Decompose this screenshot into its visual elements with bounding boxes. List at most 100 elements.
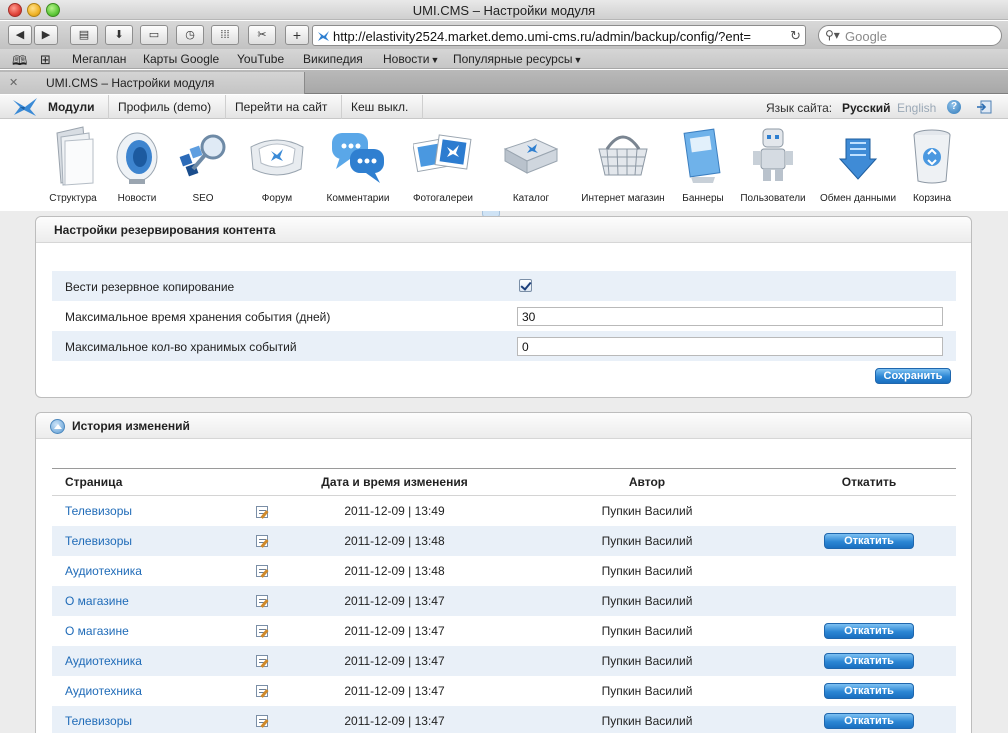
rollback-cell: Откатить [782, 525, 956, 556]
backup-enabled-checkbox[interactable] [519, 279, 532, 292]
page-link[interactable]: Телевизоры [52, 525, 247, 556]
basket-icon [598, 135, 648, 176]
browser-toolbar: ◀ ▶ ▤ ⬇ ▭ ◷ ⁞⁞⁞ ✂ + http://elastivity252… [0, 21, 1008, 49]
rollback-cell: Откатить [782, 616, 956, 646]
bookmark-menu[interactable]: Популярные ресурсы▼ [453, 52, 582, 66]
module-shop[interactable]: Интернет магазин [581, 121, 665, 209]
module-catalog[interactable]: Каталог [490, 121, 572, 209]
top-sites-icon[interactable]: ⊞ [40, 52, 51, 68]
panel-header: История изменений [36, 413, 971, 439]
browser-tab[interactable]: ✕ UMI.CMS – Настройки модуля [0, 72, 305, 94]
bookmark-item[interactable]: Википедия [303, 52, 363, 66]
module-trash[interactable]: Корзина [891, 121, 973, 209]
edit-cell [247, 616, 277, 646]
page-link[interactable]: Аудиотехника [52, 556, 247, 586]
module-label: Пользователи [740, 193, 806, 204]
tab-label: UMI.CMS – Настройки модуля [46, 76, 215, 90]
grid-icon[interactable]: ⁞⁞⁞ [211, 25, 239, 45]
edit-page-icon[interactable] [256, 655, 268, 668]
panel-title: Настройки резервирования контента [54, 223, 276, 237]
add-bookmark-button[interactable]: + [285, 25, 309, 45]
collapse-up-icon[interactable] [50, 419, 65, 434]
edit-page-icon[interactable] [256, 595, 268, 608]
help-icon[interactable]: ? [947, 100, 961, 114]
table-header-row: Страница Дата и время изменения Автор От… [52, 468, 956, 496]
search-icon: ⚲▾ [825, 28, 840, 42]
page-link[interactable]: Телевизоры [52, 705, 247, 733]
module-label: Каталог [512, 193, 550, 204]
max-events-input[interactable] [517, 337, 943, 356]
seo-icon [179, 134, 226, 177]
module-forum[interactable]: Форум [236, 121, 318, 209]
max-days-input[interactable] [517, 307, 943, 326]
change-author: Пупкин Василий [512, 645, 782, 676]
edit-page-icon[interactable] [256, 535, 268, 548]
table-row: Аудиотехника 2011-12-09 | 13:47 Пупкин Вас… [52, 676, 956, 706]
page-link[interactable]: Телевизоры [52, 496, 247, 526]
module-users[interactable]: Пользователи [732, 121, 814, 209]
nav-cache[interactable]: Кеш выкл. [337, 95, 424, 119]
users-icon [753, 128, 793, 181]
language-russian[interactable]: Русский [842, 101, 891, 115]
change-date: 2011-12-09 | 13:47 [277, 705, 512, 733]
umi-favicon-icon [318, 31, 329, 41]
screen-icon[interactable]: ▭ [140, 25, 168, 45]
back-button[interactable]: ◀ [8, 25, 32, 45]
form-label: Максимальное кол-во хранимых событий [65, 340, 297, 354]
edit-page-icon[interactable] [256, 505, 268, 518]
bookmark-item[interactable]: Мегаплан [72, 52, 126, 66]
table-row: Телевизоры 2011-12-09 | 13:48 Пупкин Васил… [52, 525, 956, 556]
rollback-button[interactable]: Откатить [824, 682, 914, 699]
table-row: Телевизоры 2011-12-09 | 13:47 Пупкин Васил… [52, 705, 956, 733]
nav-modules[interactable]: Модули [34, 95, 110, 119]
umi-header: Модули Профиль (demo) Перейти на сайт Ке… [0, 95, 1008, 119]
column-header-date: Дата и время изменения [277, 468, 512, 496]
print-icon[interactable]: ▤ [70, 25, 98, 45]
page-link[interactable]: Аудиотехника [52, 676, 247, 706]
edit-page-icon[interactable] [256, 625, 268, 638]
nav-profile[interactable]: Профиль (demo) [104, 95, 227, 119]
rollback-button[interactable]: Откатить [824, 532, 914, 549]
module-comments[interactable]: Комментарии [317, 121, 399, 209]
rollback-button[interactable]: Откатить [824, 652, 914, 669]
search-field[interactable]: ⚲▾ Google [818, 25, 1002, 46]
history-icon[interactable]: ◷ [176, 25, 204, 45]
module-photos[interactable]: Фотогалереи [402, 121, 484, 209]
rollback-cell: Откатить [782, 645, 956, 676]
banners-icon [683, 128, 721, 183]
close-tab-icon[interactable]: ✕ [9, 76, 18, 89]
scissors-icon[interactable]: ✂ [248, 25, 276, 45]
history-table: Страница Дата и время изменения Автор От… [52, 468, 956, 733]
reload-icon[interactable]: ↻ [790, 28, 801, 44]
rollback-button[interactable]: Откатить [824, 622, 914, 639]
logout-icon[interactable] [976, 100, 992, 114]
nav-go-to-site[interactable]: Перейти на сайт [221, 95, 343, 119]
page-link[interactable]: О магазине [52, 616, 247, 646]
rollback-button[interactable]: Откатить [824, 712, 914, 729]
page-link[interactable]: Аудиотехника [52, 645, 247, 676]
edit-page-icon[interactable] [256, 565, 268, 578]
bookmark-menu-label: Популярные ресурсы [453, 52, 573, 66]
edit-page-icon[interactable] [256, 685, 268, 698]
change-author: Пупкин Василий [601, 683, 693, 698]
bookmark-item[interactable]: Карты Google [143, 52, 219, 66]
address-bar[interactable]: http://elastivity2524.market.demo.umi-cm… [312, 25, 806, 46]
edit-page-icon[interactable] [256, 715, 268, 728]
forward-button[interactable]: ▶ [34, 25, 58, 45]
change-author: Пупкин Василий [512, 585, 782, 616]
page-link[interactable]: О магазине [52, 585, 247, 616]
bookmark-item[interactable]: YouTube [237, 52, 284, 66]
rollback-cell: Откатить [782, 676, 956, 706]
download-icon[interactable]: ⬇ [105, 25, 133, 45]
modules-bar: Структура Новости SEO Форум Комментарии … [0, 119, 1008, 211]
change-author: Пупкин Василий [601, 503, 693, 518]
content-area: Настройки резервирования контента Вести … [0, 211, 1008, 733]
column-header-rollback: Откатить [782, 468, 956, 496]
module-label: Фотогалереи [412, 193, 474, 204]
bookmarks-bar: 🕮 ⊞ Мегаплан Карты Google YouTube Википе… [0, 49, 1008, 69]
bookmark-menu[interactable]: Новости▼ [383, 52, 439, 66]
save-button[interactable]: Сохранить [875, 368, 951, 384]
backup-settings-panel: Настройки резервирования контента Вести … [35, 216, 972, 398]
language-english[interactable]: English [897, 101, 936, 115]
triangle-down-icon: ▼ [573, 55, 583, 65]
